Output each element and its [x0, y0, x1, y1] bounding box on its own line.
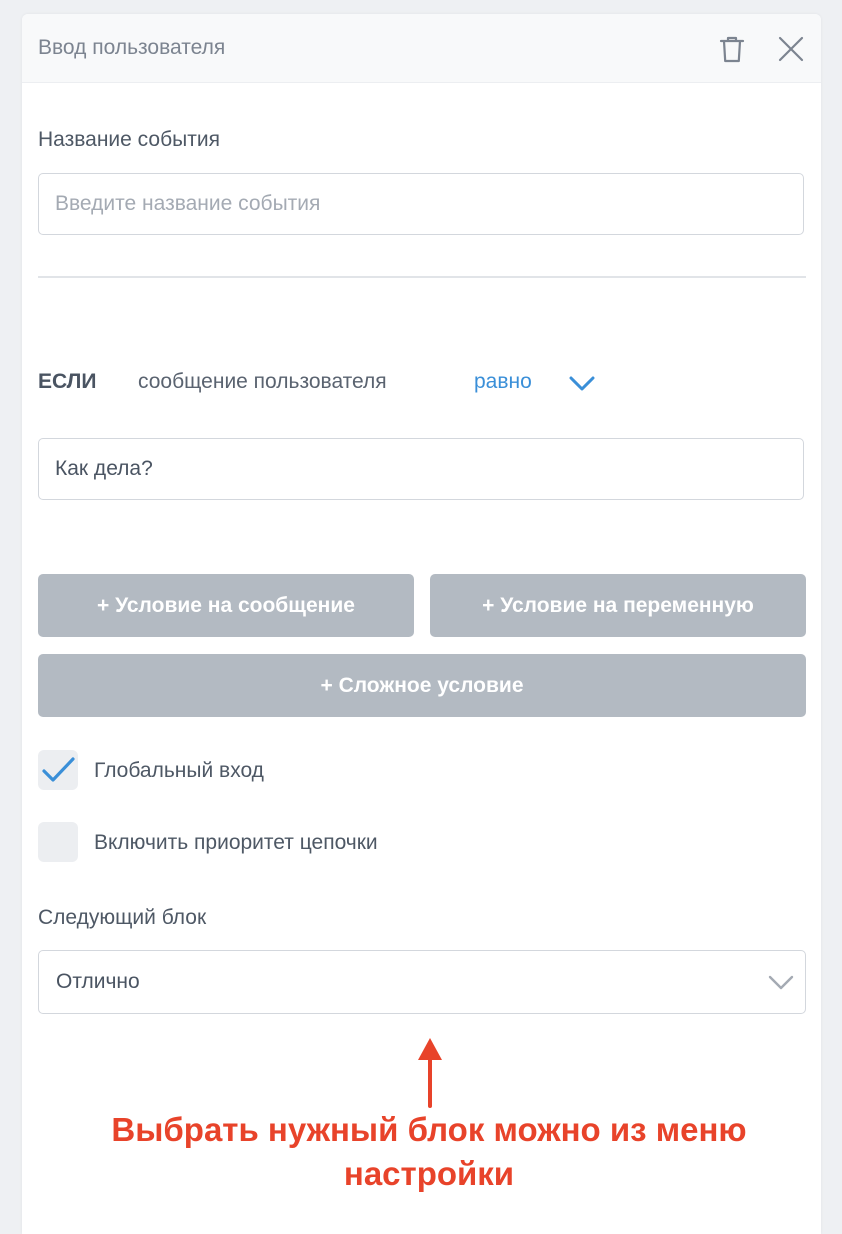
next-block-label: Следующий блок: [38, 906, 207, 929]
panel-header: Ввод пользователя: [22, 14, 821, 83]
chain-priority-label: Включить приоритет цепочки: [94, 831, 378, 854]
annotation-arrow: [418, 1038, 442, 1108]
chain-priority-checkbox[interactable]: [38, 822, 78, 862]
annotation-text: Выбрать нужный блок можно из меню настро…: [22, 1108, 836, 1196]
divider: [38, 276, 806, 278]
user-input-panel: Ввод пользователя Название события ЕСЛИ …: [22, 14, 821, 1234]
next-block-select[interactable]: Отлично: [38, 950, 806, 1014]
condition-value-input[interactable]: [38, 438, 804, 500]
condition-subject[interactable]: сообщение пользователя: [138, 370, 387, 394]
close-icon[interactable]: [776, 34, 806, 64]
global-entry-checkbox[interactable]: [38, 750, 78, 790]
chevron-down-icon[interactable]: [568, 371, 596, 395]
chevron-down-icon: [768, 975, 794, 990]
trash-icon[interactable]: [717, 34, 747, 64]
panel-title: Ввод пользователя: [38, 36, 226, 59]
add-variable-condition-button[interactable]: + Условие на переменную: [430, 574, 806, 637]
event-name-input[interactable]: [38, 173, 804, 235]
annotation-line-2: настройки: [343, 1155, 515, 1192]
global-entry-label: Глобальный вход: [94, 759, 264, 782]
condition-operator[interactable]: равно: [474, 370, 532, 394]
if-keyword: ЕСЛИ: [38, 370, 97, 393]
next-block-value: Отлично: [56, 970, 140, 993]
add-message-condition-button[interactable]: + Условие на сообщение: [38, 574, 414, 637]
check-icon: [42, 757, 75, 782]
add-complex-condition-button[interactable]: + Сложное условие: [38, 654, 806, 717]
event-name-label: Название события: [38, 128, 220, 151]
annotation-line-1: Выбрать нужный блок можно из меню: [111, 1111, 747, 1148]
